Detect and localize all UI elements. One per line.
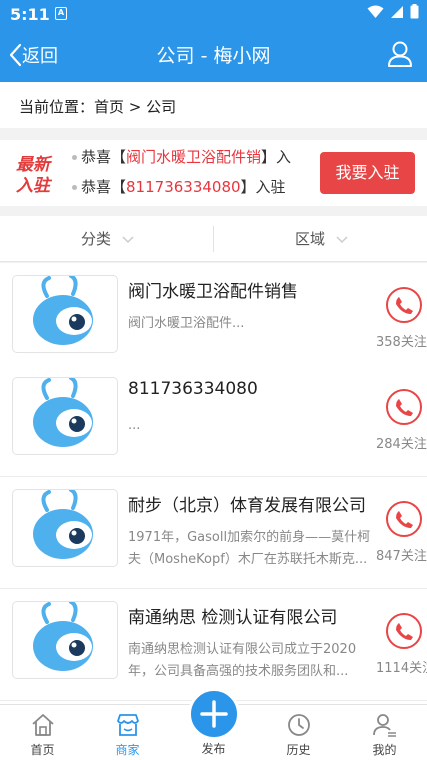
new-join-logo: 最新 入驻 <box>16 155 53 195</box>
tab-merchants[interactable]: 商家 <box>85 705 170 760</box>
tab-history-label: 历史 <box>286 743 311 757</box>
new-join-company-2: 811736334080 <box>126 178 241 196</box>
tab-home-label: 首页 <box>30 743 55 757</box>
company-name: 811736334080 <box>128 379 258 399</box>
company-item[interactable]: 阀门水暖卫浴配件销售 阀门水暖卫浴配件... 358关注 <box>0 263 427 375</box>
filter-bar: 分类 区域 <box>0 216 427 262</box>
tab-merchants-label: 商家 <box>115 743 140 757</box>
company-logo <box>12 489 118 567</box>
tab-history[interactable]: 历史 <box>256 705 341 760</box>
phone-icon <box>396 623 413 640</box>
svg-text:最新: 最新 <box>16 155 53 175</box>
wifi-icon <box>367 5 384 18</box>
new-join-banner: 最新 入驻 恭喜【阀门水暖卫浴配件销】入 恭喜【811736334080】入驻 … <box>0 140 427 206</box>
company-logo <box>12 377 118 455</box>
svg-text:入驻: 入驻 <box>16 176 53 195</box>
bullet-dot <box>72 185 77 190</box>
company-list: 阀门水暖卫浴配件销售 阀门水暖卫浴配件... 358关注 81173633408… <box>0 263 427 704</box>
publish-button[interactable] <box>188 688 240 740</box>
company-item[interactable]: 南通纳思 检测认证有限公司 南通纳思检测认证有限公司成立于2020年，公司具备高… <box>0 589 427 701</box>
system-icons <box>367 4 419 19</box>
mascot-logo-icon <box>33 602 93 671</box>
company-logo <box>12 275 118 353</box>
phone-icon <box>396 399 413 416</box>
notification-app-icon: A <box>55 7 67 20</box>
follow-count: 284关注 <box>376 437 427 452</box>
new-join-line-2[interactable]: 恭喜【811736334080】入驻 <box>72 176 286 197</box>
phone-call-button[interactable] <box>386 287 422 323</box>
company-description: 南通纳思检测认证有限公司成立于2020年，公司具备高强的技术服务团队和... <box>128 642 357 679</box>
company-description: 1971年，Gasoll加索尔的前身——莫什柯夫（MosheKopf）木厂在苏联… <box>128 530 371 567</box>
filter-divider <box>213 226 214 252</box>
battery-icon <box>410 4 419 19</box>
tab-mine-label: 我的 <box>372 743 397 757</box>
company-name: 耐步（北京）体育发展有限公司 <box>128 496 366 516</box>
chevron-down-icon <box>122 235 134 243</box>
tab-home[interactable]: 首页 <box>0 705 85 760</box>
region-filter[interactable]: 区域 <box>295 228 348 249</box>
home-icon <box>32 714 54 736</box>
tab-mine[interactable]: 我的 <box>342 705 427 760</box>
breadcrumb: 当前位置：首页 > 公司 <box>0 82 427 128</box>
join-button[interactable]: 我要入驻 <box>320 152 415 194</box>
company-name: 阀门水暖卫浴配件销售 <box>128 282 298 302</box>
new-join-line-1[interactable]: 恭喜【阀门水暖卫浴配件销】入 <box>72 146 291 167</box>
category-filter[interactable]: 分类 <box>81 228 134 249</box>
company-description: 阀门水暖卫浴配件... <box>128 316 245 331</box>
status-time: 5:11 <box>10 5 50 24</box>
category-filter-label: 分类 <box>81 230 112 248</box>
shop-icon <box>117 714 139 736</box>
plus-icon <box>200 700 228 728</box>
status-bar: 5:11 A <box>0 0 427 28</box>
user-icon[interactable] <box>387 40 413 68</box>
publish-label: 发布 <box>201 742 226 756</box>
phone-call-button[interactable] <box>386 389 422 425</box>
phone-call-button[interactable] <box>386 501 422 537</box>
company-name: 南通纳思 检测认证有限公司 <box>128 608 338 628</box>
new-join-company-1: 阀门水暖卫浴配件销 <box>126 148 262 166</box>
region-filter-label: 区域 <box>295 230 326 248</box>
company-description: ... <box>128 418 141 433</box>
bullet-dot <box>72 155 77 160</box>
page-title: 公司 - 梅小网 <box>156 45 271 67</box>
mascot-logo-icon <box>33 276 93 345</box>
signal-icon <box>391 5 403 18</box>
phone-call-button[interactable] <box>386 613 422 649</box>
profile-icon <box>373 714 396 737</box>
clock-icon <box>288 714 310 736</box>
follow-count: 847关注 <box>376 549 427 564</box>
follow-count: 1114关注 <box>376 661 427 676</box>
chevron-down-icon <box>336 235 348 243</box>
mascot-logo-icon <box>33 378 93 447</box>
phone-icon <box>396 297 413 314</box>
company-item[interactable]: 811736334080 ... 284关注 <box>0 365 427 477</box>
app-header: 返回 公司 - 梅小网 <box>0 28 427 82</box>
company-logo <box>12 601 118 679</box>
company-item[interactable]: 耐步（北京）体育发展有限公司 1971年，Gasoll加索尔的前身——莫什柯夫（… <box>0 477 427 589</box>
follow-count: 358关注 <box>376 335 427 350</box>
phone-icon <box>396 511 413 528</box>
mascot-logo-icon <box>33 490 93 559</box>
